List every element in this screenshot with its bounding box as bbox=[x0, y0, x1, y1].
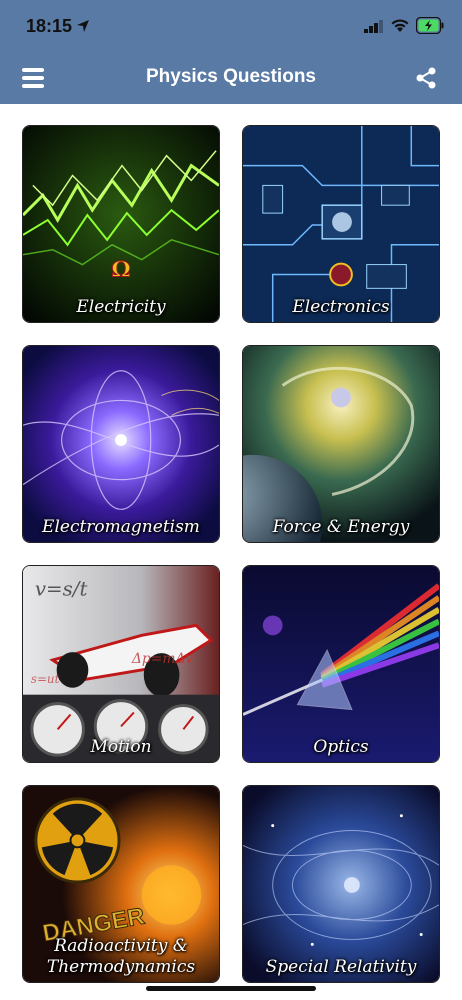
tile-label: Special Relativity bbox=[265, 957, 417, 977]
tile-electronics[interactable]: Electronics bbox=[242, 125, 440, 323]
force-energy-image bbox=[243, 346, 439, 542]
tile-label: Electricity bbox=[76, 297, 166, 317]
tile-motion[interactable]: v=s/t Δp=mΔv s=ut Motion bbox=[22, 565, 220, 763]
tile-force-energy[interactable]: Force & Energy bbox=[242, 345, 440, 543]
tile-optics[interactable]: Optics bbox=[242, 565, 440, 763]
tile-electromagnetism[interactable]: Electromagnetism bbox=[22, 345, 220, 543]
nav-bar: Physics Questions bbox=[0, 52, 462, 104]
tile-special-relativity[interactable]: Special Relativity bbox=[242, 785, 440, 983]
motion-image: v=s/t Δp=mΔv s=ut bbox=[23, 566, 219, 762]
optics-image bbox=[243, 566, 439, 762]
motion-formula-momentum: Δp=mΔv bbox=[131, 651, 194, 667]
tile-label: Optics bbox=[313, 737, 369, 757]
battery-charging-icon bbox=[416, 17, 444, 34]
status-bar: 18:15 bbox=[0, 0, 462, 52]
share-icon[interactable] bbox=[414, 66, 438, 90]
location-arrow-icon bbox=[77, 20, 89, 32]
status-time: 18:15 bbox=[26, 16, 73, 36]
tile-label: Electromagnetism bbox=[42, 517, 200, 537]
motion-formula-speed: v=s/t bbox=[35, 578, 88, 601]
electronics-image bbox=[243, 126, 439, 322]
cellular-signal-icon bbox=[364, 20, 383, 33]
tile-electricity[interactable]: Ω Electricity bbox=[22, 125, 220, 323]
page-title: Physics Questions bbox=[145, 66, 316, 87]
motion-formula-displacement: s=ut bbox=[31, 672, 60, 686]
tile-radioactivity-thermodynamics[interactable]: DANGER Radioactivity & Thermodynamics bbox=[22, 785, 220, 983]
tile-label: Electronics bbox=[292, 297, 390, 317]
svg-text:Ω: Ω bbox=[111, 257, 130, 282]
tile-label: Radioactivity & Thermodynamics bbox=[46, 936, 196, 977]
electricity-image: Ω bbox=[23, 126, 219, 322]
tile-label: Force & Energy bbox=[272, 517, 410, 537]
home-indicator[interactable] bbox=[146, 986, 316, 991]
tile-label: Motion bbox=[90, 737, 152, 757]
electromagnetism-image bbox=[23, 346, 219, 542]
special-relativity-image bbox=[243, 786, 439, 982]
wifi-icon bbox=[391, 19, 409, 32]
